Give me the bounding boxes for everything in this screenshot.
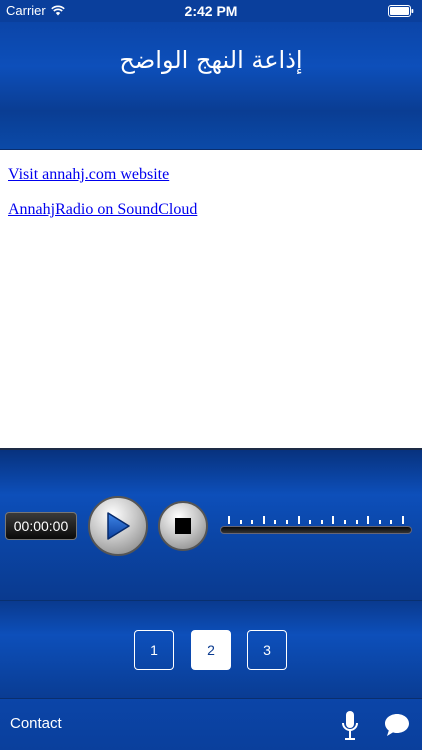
slider-tick — [401, 516, 404, 524]
contact-button[interactable]: Contact — [10, 715, 62, 732]
page-title: إذاعة النهج الواضح — [119, 46, 303, 74]
page-button-1[interactable]: 1 — [134, 630, 174, 670]
slider-tick — [367, 516, 370, 524]
play-button[interactable] — [88, 496, 148, 556]
page-button-2[interactable]: 2 — [191, 630, 231, 670]
stop-icon — [175, 518, 191, 534]
slider-tick — [378, 520, 381, 524]
battery-icon — [388, 5, 414, 17]
volume-slider[interactable] — [220, 512, 412, 542]
page-selector: 1 2 3 — [0, 600, 422, 698]
slider-tick — [297, 516, 300, 524]
annahj-website-link[interactable]: Visit annahj.com website — [8, 166, 414, 184]
slider-tick — [309, 520, 312, 524]
audio-player: 00:00:00 — [0, 448, 422, 600]
slider-tick — [343, 520, 346, 524]
soundcloud-link[interactable]: AnnahjRadio on SoundCloud — [8, 201, 414, 219]
slider-ticks — [228, 514, 404, 524]
stop-button[interactable] — [158, 501, 208, 551]
slider-tick — [332, 516, 335, 524]
slider-tick — [239, 520, 242, 524]
status-bar: Carrier 2:42 PM — [0, 0, 422, 22]
app-header: إذاعة النهج الواضح — [0, 22, 422, 150]
slider-tick — [320, 520, 323, 524]
slider-tick — [262, 516, 265, 524]
time-display: 00:00:00 — [5, 512, 77, 540]
status-right — [388, 5, 414, 20]
slider-tick — [251, 520, 254, 524]
page-button-3[interactable]: 3 — [247, 630, 287, 670]
play-icon — [107, 512, 130, 540]
bottom-bar: Contact — [0, 698, 422, 750]
slider-tick — [274, 520, 277, 524]
slider-tick — [228, 516, 230, 524]
slider-tick — [355, 520, 358, 524]
status-time: 2:42 PM — [184, 3, 238, 19]
content-area: Visit annahj.com website AnnahjRadio on … — [0, 150, 422, 448]
slider-track[interactable] — [220, 526, 412, 534]
slider-tick — [390, 520, 393, 524]
slider-tick — [285, 520, 288, 524]
chat-bubble-icon[interactable] — [384, 712, 410, 738]
microphone-icon[interactable] — [340, 710, 360, 742]
